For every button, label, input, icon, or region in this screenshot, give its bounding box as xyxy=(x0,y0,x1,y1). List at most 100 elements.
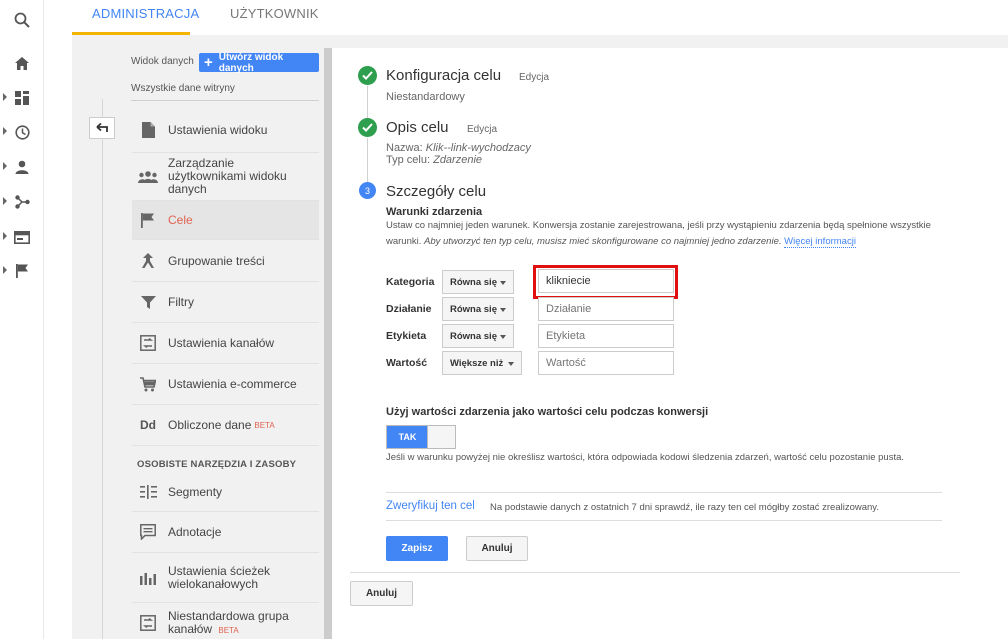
nav-item-filtry[interactable]: Filtry xyxy=(132,282,319,323)
section-header-tools: OSOBISTE NARZĘDZIA I ZASOBY xyxy=(137,459,297,470)
operator-select-wartosc[interactable]: Większe niż xyxy=(442,351,522,375)
condition-label-wartosc: Wartość xyxy=(386,357,428,369)
caret-right-icon xyxy=(3,127,7,135)
create-view-button[interactable]: + Utwórz widok danych xyxy=(199,51,319,74)
dashboard-icon[interactable] xyxy=(0,84,44,112)
more-info-link[interactable]: Więcej informacji xyxy=(784,236,856,248)
toggle-knob xyxy=(427,426,455,448)
verify-description: Na podstawie danych z ostatnich 7 dni sp… xyxy=(490,502,879,513)
cancel-button[interactable]: Anuluj xyxy=(466,536,528,561)
nav-item-label: Ustawienia ścieżek wielokanałowych xyxy=(168,563,271,591)
users-icon xyxy=(137,170,159,183)
tab-administracja[interactable]: ADMINISTRACJA xyxy=(72,0,199,35)
chevron-down-icon xyxy=(500,308,506,312)
operator-select-dzialanie[interactable]: Równa się xyxy=(442,297,514,321)
desc-line1: Ustaw co najmniej jeden warunek. Konwers… xyxy=(386,220,931,231)
nav-item-ustawienia-kanalow[interactable]: Ustawienia kanałów xyxy=(132,323,319,364)
step2-edit-link[interactable]: Edycja xyxy=(467,124,497,135)
desc-line2-text: warunki. xyxy=(386,236,422,247)
condition-input-dzialanie[interactable] xyxy=(538,297,674,321)
outer-cancel-button[interactable]: Anuluj xyxy=(350,581,413,606)
nav-item-cele[interactable]: Cele xyxy=(132,201,319,240)
channel-settings-icon xyxy=(137,335,159,351)
clock-icon[interactable] xyxy=(0,118,44,146)
operator-select-etykieta[interactable]: Równa się xyxy=(442,324,514,348)
nav-item-segmenty[interactable]: Segmenty xyxy=(132,472,319,512)
condition-label-dzialanie: Działanie xyxy=(386,303,432,315)
name-label: Nazwa: xyxy=(386,142,423,154)
back-arrow-icon xyxy=(95,123,108,132)
nav-item-obliczone-dane[interactable]: Dd Obliczone dane BETA xyxy=(132,405,319,446)
caret-right-icon xyxy=(3,162,7,170)
divider xyxy=(350,572,960,573)
highlight-annotation-box xyxy=(533,265,678,299)
scrollbar[interactable] xyxy=(324,48,332,639)
step2-check-icon xyxy=(358,118,377,137)
operator-value: Równa się xyxy=(450,330,497,342)
step1-value: Niestandardowy xyxy=(386,91,465,103)
nav-item-label: Segmenty xyxy=(168,484,223,499)
verify-goal-link[interactable]: Zweryfikuj ten cel xyxy=(386,500,475,512)
use-value-toggle[interactable]: TAK xyxy=(386,425,456,449)
chevron-down-icon xyxy=(500,335,506,339)
caret-right-icon xyxy=(3,266,7,274)
nav-item-ustawienia-ecommerce[interactable]: Ustawienia e-commerce xyxy=(132,364,319,405)
conditions-description: Ustaw co najmniej jeden warunek. Konwers… xyxy=(386,218,946,250)
acquisition-icon[interactable] xyxy=(0,188,44,216)
step3-number: 3 xyxy=(359,182,376,199)
step-connector xyxy=(367,86,368,118)
nav-item-sciezki-wielokanalowe[interactable]: Ustawienia ścieżek wielokanałowych xyxy=(132,553,319,603)
step1-edit-link[interactable]: Edycja xyxy=(519,72,549,83)
toggle-on-label: TAK xyxy=(387,426,428,448)
condition-input-etykieta[interactable] xyxy=(538,324,674,348)
search-icon[interactable] xyxy=(0,6,44,34)
bar-chart-icon xyxy=(137,571,159,585)
person-icon[interactable] xyxy=(0,153,44,181)
nav-item-niestandardowa-grupa[interactable]: Niestandardowa grupa kanałów BETA xyxy=(132,603,319,643)
view-selector[interactable]: Wszystkie dane witryny xyxy=(131,83,319,101)
home-icon[interactable] xyxy=(0,49,44,77)
back-button[interactable] xyxy=(89,117,115,139)
nav-item-label: Ustawienia e-commerce xyxy=(168,377,297,391)
top-tab-bar: ADMINISTRACJA UŻYTKOWNIK xyxy=(44,0,1008,35)
nav-item-label: Adnotacje xyxy=(168,525,222,539)
behavior-icon[interactable] xyxy=(0,223,44,251)
flag-icon[interactable] xyxy=(0,257,44,285)
view-label: Widok danych xyxy=(131,56,194,67)
toggle-note: Jeśli w warunku powyżej nie określisz wa… xyxy=(386,452,905,463)
nav-item-label: Ustawienia kanałów xyxy=(168,336,275,350)
beta-badge: BETA xyxy=(254,420,275,430)
channel-group-icon xyxy=(137,615,159,631)
grouping-icon xyxy=(137,253,159,268)
beta-badge: BETA xyxy=(218,625,239,635)
desc-italic: Aby utworzyć ten typ celu, musisz mieć s… xyxy=(424,236,782,247)
step1-title: Konfiguracja celu xyxy=(386,67,502,84)
save-button[interactable]: Zapisz xyxy=(386,536,448,561)
operator-select-kategoria[interactable]: Równa się xyxy=(442,270,514,294)
chevron-down-icon xyxy=(500,281,506,285)
condition-label-kategoria: Kategoria xyxy=(386,276,435,288)
caret-right-icon xyxy=(3,197,7,205)
caret-right-icon xyxy=(3,93,7,101)
condition-label-etykieta: Etykieta xyxy=(386,330,427,342)
plus-icon: + xyxy=(204,53,213,71)
step1-check-icon xyxy=(358,66,377,85)
nav-item-zarzadzanie-uzytkownikami[interactable]: Zarządzanie użytkownikami widoku danych xyxy=(132,153,319,201)
step-connector xyxy=(367,138,368,182)
step2-name: Nazwa: Klik--link-wychodzacy xyxy=(386,142,531,154)
desc-line2: warunki. Aby utworzyć ten typ celu, musi… xyxy=(386,234,946,250)
caret-right-icon xyxy=(3,232,7,240)
nav-item-adnotacje[interactable]: Adnotacje xyxy=(132,512,319,553)
divider xyxy=(386,520,942,521)
name-value: Klik--link-wychodzacy xyxy=(425,142,531,154)
nav-item-label: Zarządzanie użytkownikami widoku danych xyxy=(168,156,287,196)
nav-item-grupowanie-tresci[interactable]: Grupowanie treści xyxy=(132,240,319,282)
condition-input-wartosc[interactable] xyxy=(538,351,674,375)
operator-value: Równa się xyxy=(450,303,497,315)
nav-item-ustawienia-widoku[interactable]: Ustawienia widoku xyxy=(132,108,319,153)
tab-uzytkownik[interactable]: UŻYTKOWNIK xyxy=(230,0,319,35)
nav-item-label: Filtry xyxy=(168,295,194,309)
nav-item-label: Cele xyxy=(168,213,193,227)
create-view-label: Utwórz widok danych xyxy=(218,51,284,74)
dd-icon: Dd xyxy=(140,418,156,432)
